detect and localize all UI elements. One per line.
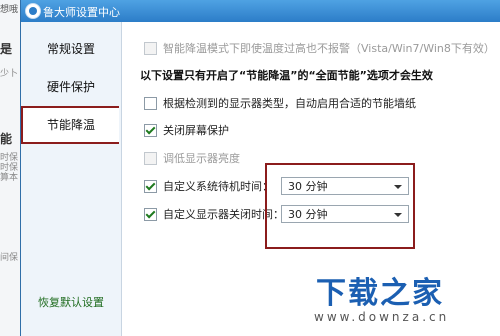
bg-fragment: 想哦: [0, 5, 19, 15]
app-logo-icon: [25, 3, 41, 19]
restore-defaults-link[interactable]: 恢复默认设置: [21, 294, 121, 310]
watermark-url: www.downza.cn: [314, 310, 450, 324]
bg-fragment: 算本: [0, 173, 19, 183]
energy-notice: 以下设置只有开启了“节能降温”的“全面节能”选项才会生效: [140, 69, 433, 82]
standby-time-checkbox[interactable]: [144, 179, 157, 193]
smart-cooling-label: 智能降温模式下即使温度过高也不报警（Vista/Win7/Win8下有效）: [163, 42, 495, 55]
standby-time-option[interactable]: 自定义系统待机时间：: [144, 178, 273, 194]
close-screensaver-label: 关闭屏幕保护: [163, 124, 229, 137]
standby-time-value: 30 分钟: [288, 180, 328, 193]
monitor-off-time-option[interactable]: 自定义显示器关闭时间：: [144, 206, 284, 222]
monitor-off-time-value: 30 分钟: [288, 208, 328, 221]
sidebar-item-energy-cooling[interactable]: 节能降温: [21, 106, 119, 144]
bg-fragment: 少卜: [0, 69, 19, 79]
smart-cooling-option[interactable]: 智能降温模式下即使温度过高也不报警（Vista/Win7/Win8下有效）: [144, 40, 495, 56]
bg-fragment: 是: [0, 42, 13, 56]
sidebar: 常规设置 硬件保护 节能降温 恢复默认设置: [21, 22, 122, 336]
chevron-down-icon: [394, 185, 402, 189]
background-app: 想哦 是 少卜 能 时保 时保 算本 间保: [0, 0, 21, 336]
bg-fragment: 间保: [0, 253, 19, 263]
monitor-detect-label: 根据检测到的显示器类型，自动启用合适的节能墙纸: [163, 97, 416, 110]
monitor-off-time-select[interactable]: 30 分钟: [281, 205, 409, 223]
close-screensaver-checkbox[interactable]: [144, 123, 157, 137]
monitor-off-time-checkbox[interactable]: [144, 207, 157, 221]
sidebar-item-hardware-protection[interactable]: 硬件保护: [21, 70, 121, 104]
sidebar-item-general[interactable]: 常规设置: [21, 32, 121, 66]
monitor-detect-option[interactable]: 根据检测到的显示器类型，自动启用合适的节能墙纸: [144, 95, 416, 111]
chevron-down-icon: [394, 213, 402, 217]
lower-brightness-checkbox[interactable]: [144, 151, 157, 165]
close-screensaver-option[interactable]: 关闭屏幕保护: [144, 122, 229, 138]
lower-brightness-label: 调低显示器亮度: [163, 152, 240, 165]
title-bar: 鲁大师设置中心: [21, 0, 500, 22]
bg-fragment: 能: [0, 132, 13, 146]
standby-time-select[interactable]: 30 分钟: [281, 177, 409, 195]
window-title: 鲁大师设置中心: [43, 6, 120, 19]
monitor-detect-checkbox[interactable]: [144, 96, 157, 110]
smart-cooling-checkbox[interactable]: [144, 41, 157, 55]
lower-brightness-option[interactable]: 调低显示器亮度: [144, 150, 240, 166]
standby-time-label: 自定义系统待机时间：: [163, 180, 273, 193]
watermark-brand: 下载之家: [316, 276, 444, 311]
